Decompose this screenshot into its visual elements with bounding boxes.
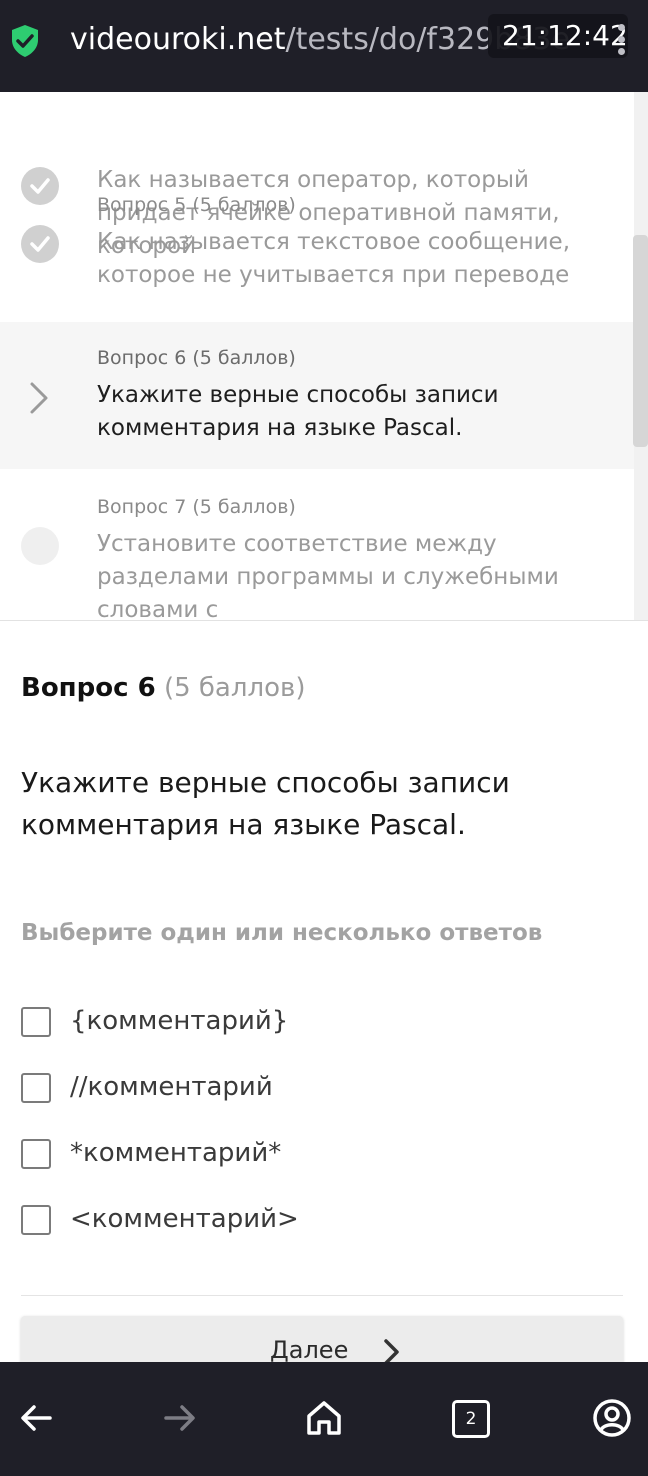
answer-label: *комментарий*	[70, 1138, 282, 1168]
answer-option-3[interactable]: *комментарий*	[21, 1136, 581, 1176]
question-item-meta: Вопрос 6 (5 баллов)	[97, 347, 296, 369]
list-scrollbar-thumb[interactable]	[633, 235, 648, 447]
answer-label: {комментарий}	[70, 1006, 289, 1036]
question-title: Вопрос 6 (5 баллов)	[21, 670, 305, 706]
more-menu-icon[interactable]	[618, 24, 630, 58]
next-button-label: Далее	[270, 1336, 349, 1364]
browser-bottom-bar: 2	[0, 1362, 648, 1476]
secure-shield-icon[interactable]	[10, 24, 40, 58]
answer-hint: Выберите один или несколько ответов	[21, 920, 543, 946]
answer-label: //комментарий	[70, 1072, 273, 1102]
account-icon[interactable]	[590, 1396, 634, 1440]
checkbox[interactable]	[21, 1007, 51, 1037]
checkbox[interactable]	[21, 1205, 51, 1235]
section-divider	[0, 620, 648, 621]
question-item-7[interactable]: Вопрос 7 (5 баллов) Установите соответст…	[0, 469, 634, 620]
home-icon[interactable]	[302, 1396, 346, 1440]
question-points: (5 баллов)	[163, 673, 306, 703]
pending-circle-icon	[21, 527, 59, 565]
url-domain: videouroki.net	[70, 22, 286, 57]
question-item-text: Как называется текстовое сообщение, кото…	[97, 229, 571, 288]
back-arrow-icon[interactable]	[14, 1396, 58, 1440]
done-check-icon	[21, 225, 59, 263]
divider	[21, 1295, 623, 1296]
question-item-meta: Вопрос 7 (5 баллов)	[97, 496, 296, 518]
question-item-meta: Вопрос 5 (5 баллов)	[97, 194, 296, 216]
tabs-count-button[interactable]: 2	[452, 1400, 490, 1438]
question-item-text: Укажите верные способы записи комментари…	[97, 382, 499, 441]
question-item-5[interactable]: Вопрос 5 (5 баллов) Как называется текст…	[0, 182, 634, 322]
question-number: Вопрос 6	[21, 673, 156, 703]
answer-option-2[interactable]: //комментарий	[21, 1070, 581, 1110]
answer-label: <комментарий>	[70, 1204, 299, 1234]
clock-overlay: 21:12:42	[488, 14, 628, 58]
checkbox[interactable]	[21, 1073, 51, 1103]
answer-option-1[interactable]: {комментарий}	[21, 1004, 581, 1044]
answer-option-4[interactable]: <комментарий>	[21, 1202, 581, 1242]
forward-arrow-icon[interactable]	[158, 1396, 202, 1440]
question-list: Как называется оператор, который придает…	[0, 92, 634, 620]
chevron-right-icon	[30, 382, 48, 414]
checkbox[interactable]	[21, 1139, 51, 1169]
question-text: Укажите верные способы записи комментари…	[21, 766, 510, 841]
question-item-6[interactable]: Вопрос 6 (5 баллов) Укажите верные спосо…	[0, 322, 634, 469]
question-item-text: Установите соответствие между разделами …	[97, 531, 559, 620]
browser-toolbar: videouroki.net/tests/do/f329b83e 21:12:4…	[0, 0, 648, 92]
